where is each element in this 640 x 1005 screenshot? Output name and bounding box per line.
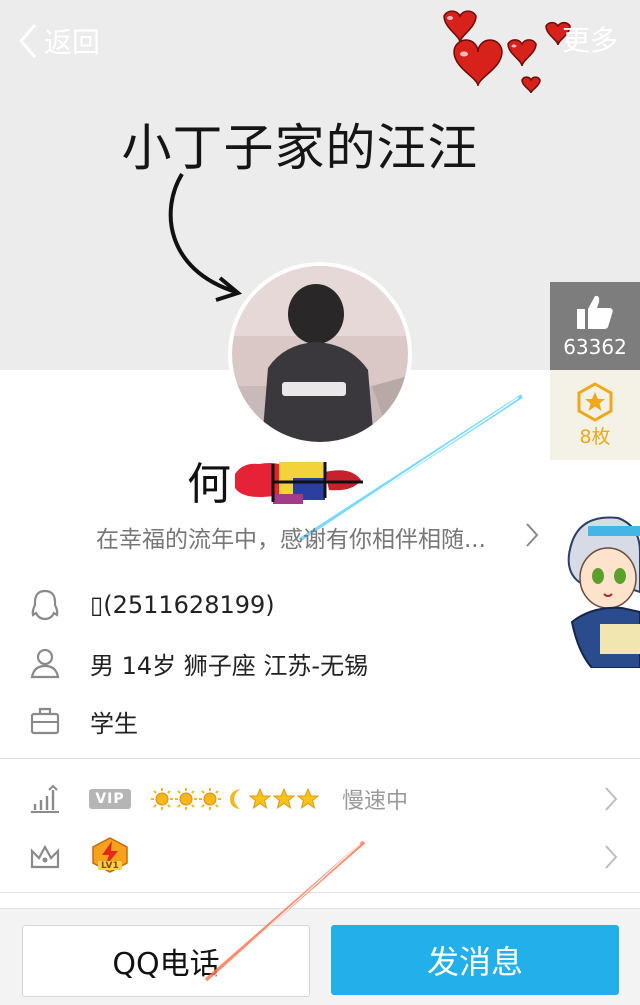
nickname-redaction-scribble [233, 458, 363, 504]
signature-text[interactable]: 在幸福的流年中，感谢有你相伴相随... [96, 520, 486, 554]
privilege-lv1-badge [90, 837, 130, 877]
like-count: 63362 [563, 335, 627, 359]
vip-row[interactable]: VIP 慢速中 [0, 770, 640, 828]
occupation-row: 学生 [0, 692, 640, 750]
person-icon [28, 646, 62, 680]
basic-info: 男 14岁 狮子座 江苏-无锡 [90, 651, 369, 680]
hearts-decoration-icon [443, 10, 571, 94]
curved-arrow-icon [168, 172, 243, 302]
basic-info-row[interactable]: 男 14岁 狮子座 江苏-无锡 [0, 634, 640, 692]
occupation: 学生 [90, 709, 138, 738]
send-message-button[interactable]: 发消息 [331, 925, 619, 995]
qq-penguin-icon [28, 588, 62, 622]
vip-badge: VIP [89, 789, 131, 809]
like-button[interactable]: 63362 [550, 282, 640, 370]
nickname-row: 何 [0, 450, 640, 510]
medal-star-icon [577, 381, 613, 422]
qq-level-icons [150, 786, 326, 812]
chevron-left-icon [19, 24, 37, 58]
medal-count: 8枚 [579, 425, 611, 448]
privilege-level-label: LV1 [101, 861, 119, 871]
chevron-right-icon [605, 845, 618, 869]
medal-button[interactable]: 8枚 [550, 370, 640, 460]
back-label: 返回 [44, 26, 101, 59]
crown-icon [28, 840, 62, 874]
back-button[interactable]: 返回 [18, 20, 100, 62]
briefcase-icon [28, 704, 62, 738]
nickname: 何 [187, 459, 231, 510]
thumbs-up-icon [577, 295, 613, 329]
level-chart-icon [28, 782, 62, 816]
cover-text: 小丁子家的汪汪 [121, 119, 479, 177]
divider [0, 758, 640, 759]
chevron-right-icon[interactable] [525, 522, 539, 548]
like-panel: 63362 8枚 [550, 282, 640, 460]
qq-number: ▯(2511628199) [90, 591, 275, 619]
qq-number-row: ▯(2511628199) [0, 576, 640, 634]
light-streak-decoration [204, 840, 366, 982]
chevron-right-icon [605, 787, 618, 811]
more-button[interactable]: 更多 [562, 20, 618, 62]
vip-status: 慢速中 [342, 789, 409, 814]
